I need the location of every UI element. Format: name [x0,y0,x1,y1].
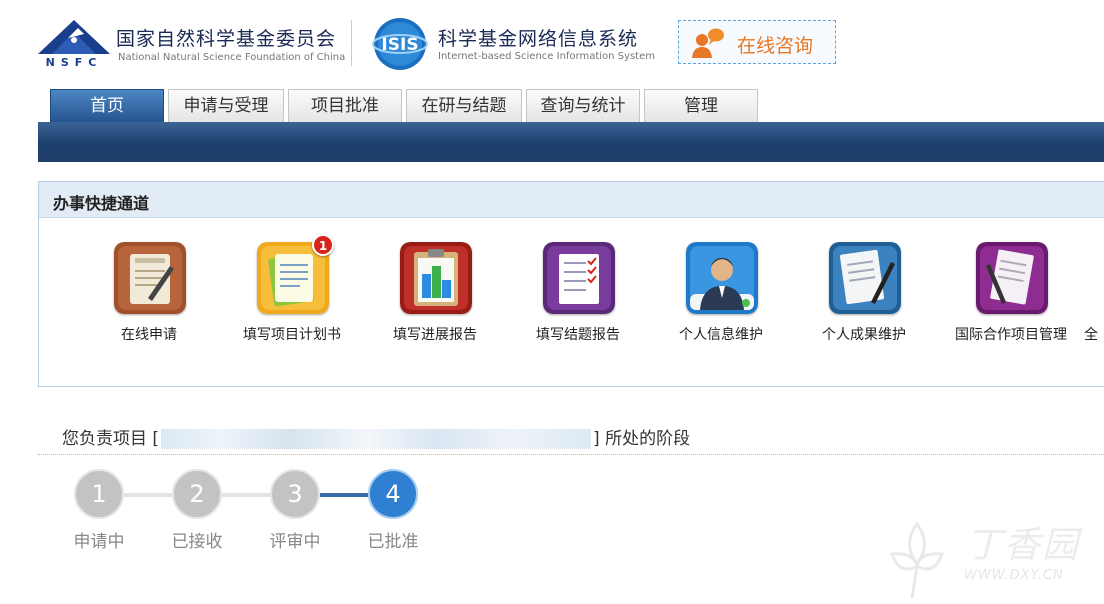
tile-personal-info[interactable]: 个人信息维护 [651,240,791,350]
step-1: 1 [74,469,124,519]
dxy-watermark: 丁香园 WWW.DXY.CN [868,510,1104,604]
step-2: 2 [172,469,222,519]
document-pen-icon [976,242,1048,314]
step-number: 2 [172,469,222,519]
stage-steps: 1 2 3 4 申请中 已接收 评审中 已批准 [74,469,474,559]
tile-more[interactable]: 全 [1051,240,1104,350]
nsfc-name: 国家自然科学基金委员会 [116,28,337,50]
step-3: 3 [270,469,320,519]
header: NSFC 国家自然科学基金委员会 National Natural Scienc… [0,0,1104,88]
step-number: 3 [270,469,320,519]
form-pen-icon [114,242,186,314]
nsfc-logo[interactable]: NSFC [38,18,110,70]
tile-label: 个人成果维护 [822,327,906,343]
tab-query[interactable]: 查询与统计 [526,89,640,122]
system-name: 科学基金网络信息系统 [438,28,639,50]
tab-home[interactable]: 首页 [50,89,164,123]
online-consult-label: 在线咨询 [737,35,814,57]
tab-manage[interactable]: 管理 [644,89,758,122]
tile-label: 填写项目计划书 [243,327,341,343]
header-divider [351,20,352,66]
nsfc-mountain-icon [38,20,110,54]
step-label: 申请中 [73,532,125,552]
tile-label: 填写进展报告 [393,327,477,343]
tile-label: 在线申请 [121,327,177,343]
tile-label: 全 [1084,327,1098,343]
tile-personal-achievements[interactable]: 个人成果维护 [794,240,934,350]
online-consult-button[interactable]: 在线咨询 [678,20,836,64]
tile-progress-report[interactable]: 填写进展报告 [365,240,505,350]
step-4: 4 [368,469,418,519]
tile-label: 填写结题报告 [536,327,620,343]
user-profile-icon [686,242,758,314]
quick-access-title: 办事快捷通道 [53,194,150,213]
checklist-icon [543,242,615,314]
tab-apply[interactable]: 申请与受理 [168,89,284,122]
step-label: 评审中 [269,532,321,552]
tile-project-plan[interactable]: 1 填写项目计划书 [222,234,362,350]
tile-label: 个人信息维护 [679,327,763,343]
flower-icon [889,521,945,599]
tile-online-apply[interactable]: 在线申请 [79,240,219,350]
project-stage-line: 您负责项目 [ ] 所处的阶段 [62,424,690,449]
nsfc-letters: NSFC [45,56,103,69]
quick-access-header: 办事快捷通道 [39,182,1104,218]
nav-band [38,122,1104,162]
isis-logo-text: ISIS [381,35,418,55]
project-suffix: ] 所处的阶段 [593,429,691,449]
step-label: 已批准 [367,532,419,552]
nsfc-name-en: National Natural Science Foundation of C… [118,52,346,63]
step-number: 1 [74,469,124,519]
main-nav-tabs: 首页 申请与受理 项目批准 在研与结题 查询与统计 管理 [50,89,1104,123]
isis-logo[interactable]: ISIS [372,16,428,72]
watermark-url: WWW.DXY.CN [964,568,1064,583]
clipboard-chart-icon [400,242,472,314]
document-pen-icon [829,242,901,314]
watermark-text: 丁香园 [966,525,1081,566]
quick-access-panel: 办事快捷通道 在线申请 1 填写项目计划书 填写进展报告 填写结题报告 个人信息… [38,181,1104,387]
project-prefix: 您负责项目 [ [62,429,160,449]
step-label: 已接收 [171,532,223,552]
tile-final-report[interactable]: 填写结题报告 [508,240,648,350]
chat-person-icon [692,28,724,58]
step-number: 4 [368,469,418,519]
divider [38,454,1104,455]
system-name-en: Internet-based Science Information Syste… [438,51,655,62]
tab-approval[interactable]: 项目批准 [288,89,402,122]
tab-ongoing[interactable]: 在研与结题 [406,89,522,122]
notification-badge: 1 [312,234,334,256]
redacted-project-name [161,429,592,449]
